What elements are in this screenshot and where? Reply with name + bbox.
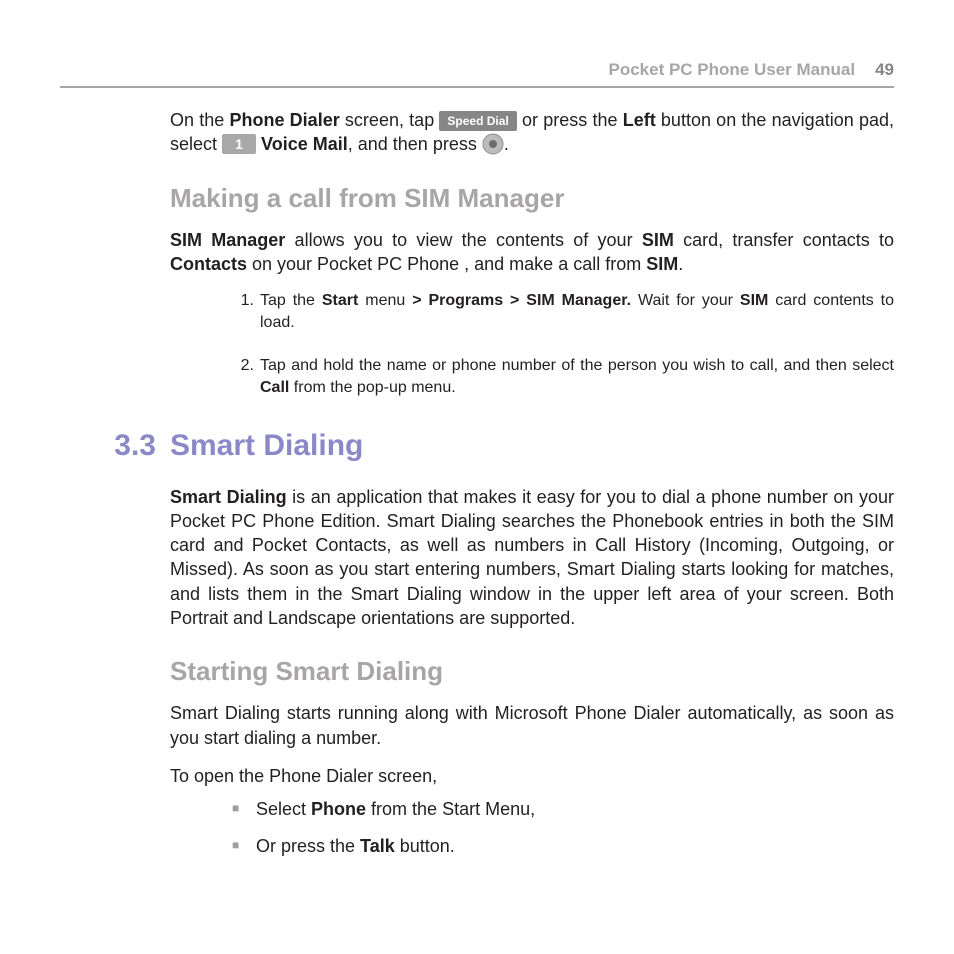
- text: screen, tap: [340, 110, 440, 130]
- step-text: Tap the Start menu > Programs > SIM Mana…: [260, 290, 894, 333]
- step-number: 1.: [232, 290, 254, 333]
- smart-dialing-label: Smart Dialing: [170, 487, 287, 507]
- list-item: ■ Or press the Talk button.: [232, 833, 894, 860]
- text: .: [504, 134, 509, 154]
- section-heading: 3.3 Smart Dialing: [60, 429, 894, 463]
- key-1-icon: 1: [222, 134, 256, 154]
- intro-paragraph: On the Phone Dialer screen, tap Speed Di…: [170, 108, 894, 157]
- text: on your Pocket PC Phone , and make a cal…: [247, 254, 646, 274]
- sim-manager-label: SIM Manager: [170, 230, 285, 250]
- voice-mail-label: Voice Mail: [261, 134, 348, 154]
- starting-paragraph-1: Smart Dialing starts running along with …: [170, 701, 894, 750]
- content-area: On the Phone Dialer screen, tap Speed Di…: [170, 108, 894, 399]
- section-title: Smart Dialing: [170, 429, 363, 463]
- bullet-icon: ■: [232, 833, 248, 860]
- step-text: Tap and hold the name or phone number of…: [260, 355, 894, 398]
- bullet-list: ■ Select Phone from the Start Menu, ■ Or…: [232, 796, 894, 860]
- page-number: 49: [875, 60, 894, 80]
- manual-title: Pocket PC Phone User Manual: [609, 60, 856, 80]
- nav-center-button-icon: [482, 133, 504, 155]
- text: card, transfer contacts to: [674, 230, 894, 250]
- bullet-text: Or press the Talk button.: [256, 833, 894, 860]
- speed-dial-button-icon: Speed Dial: [439, 111, 516, 131]
- contacts-label: Contacts: [170, 254, 247, 274]
- bullet-text: Select Phone from the Start Menu,: [256, 796, 894, 823]
- left-label: Left: [623, 110, 656, 130]
- text: is an application that makes it easy for…: [170, 487, 894, 628]
- starting-paragraph-2: To open the Phone Dialer screen,: [170, 764, 894, 788]
- section-number: 3.3: [60, 429, 170, 463]
- heading-starting-smart-dialing: Starting Smart Dialing: [170, 656, 894, 687]
- text: , and then press: [348, 134, 482, 154]
- heading-sim-manager: Making a call from SIM Manager: [170, 183, 894, 214]
- text: On the: [170, 110, 229, 130]
- smart-dialing-paragraph: Smart Dialing is an application that mak…: [170, 485, 894, 631]
- step-number: 2.: [232, 355, 254, 398]
- text: allows you to view the contents of your: [285, 230, 642, 250]
- list-item: ■ Select Phone from the Start Menu,: [232, 796, 894, 823]
- text: or press the: [522, 110, 623, 130]
- sim-paragraph: SIM Manager allows you to view the conte…: [170, 228, 894, 277]
- content-area: Smart Dialing is an application that mak…: [170, 485, 894, 861]
- sim-steps: 1. Tap the Start menu > Programs > SIM M…: [232, 290, 894, 398]
- list-item: 1. Tap the Start menu > Programs > SIM M…: [232, 290, 894, 333]
- bullet-icon: ■: [232, 796, 248, 823]
- sim-label: SIM: [646, 254, 678, 274]
- page-header: Pocket PC Phone User Manual 49: [60, 60, 894, 88]
- text: .: [678, 254, 683, 274]
- manual-page: Pocket PC Phone User Manual 49 On the Ph…: [0, 0, 954, 954]
- phone-dialer-label: Phone Dialer: [229, 110, 339, 130]
- list-item: 2. Tap and hold the name or phone number…: [232, 355, 894, 398]
- sim-label: SIM: [642, 230, 674, 250]
